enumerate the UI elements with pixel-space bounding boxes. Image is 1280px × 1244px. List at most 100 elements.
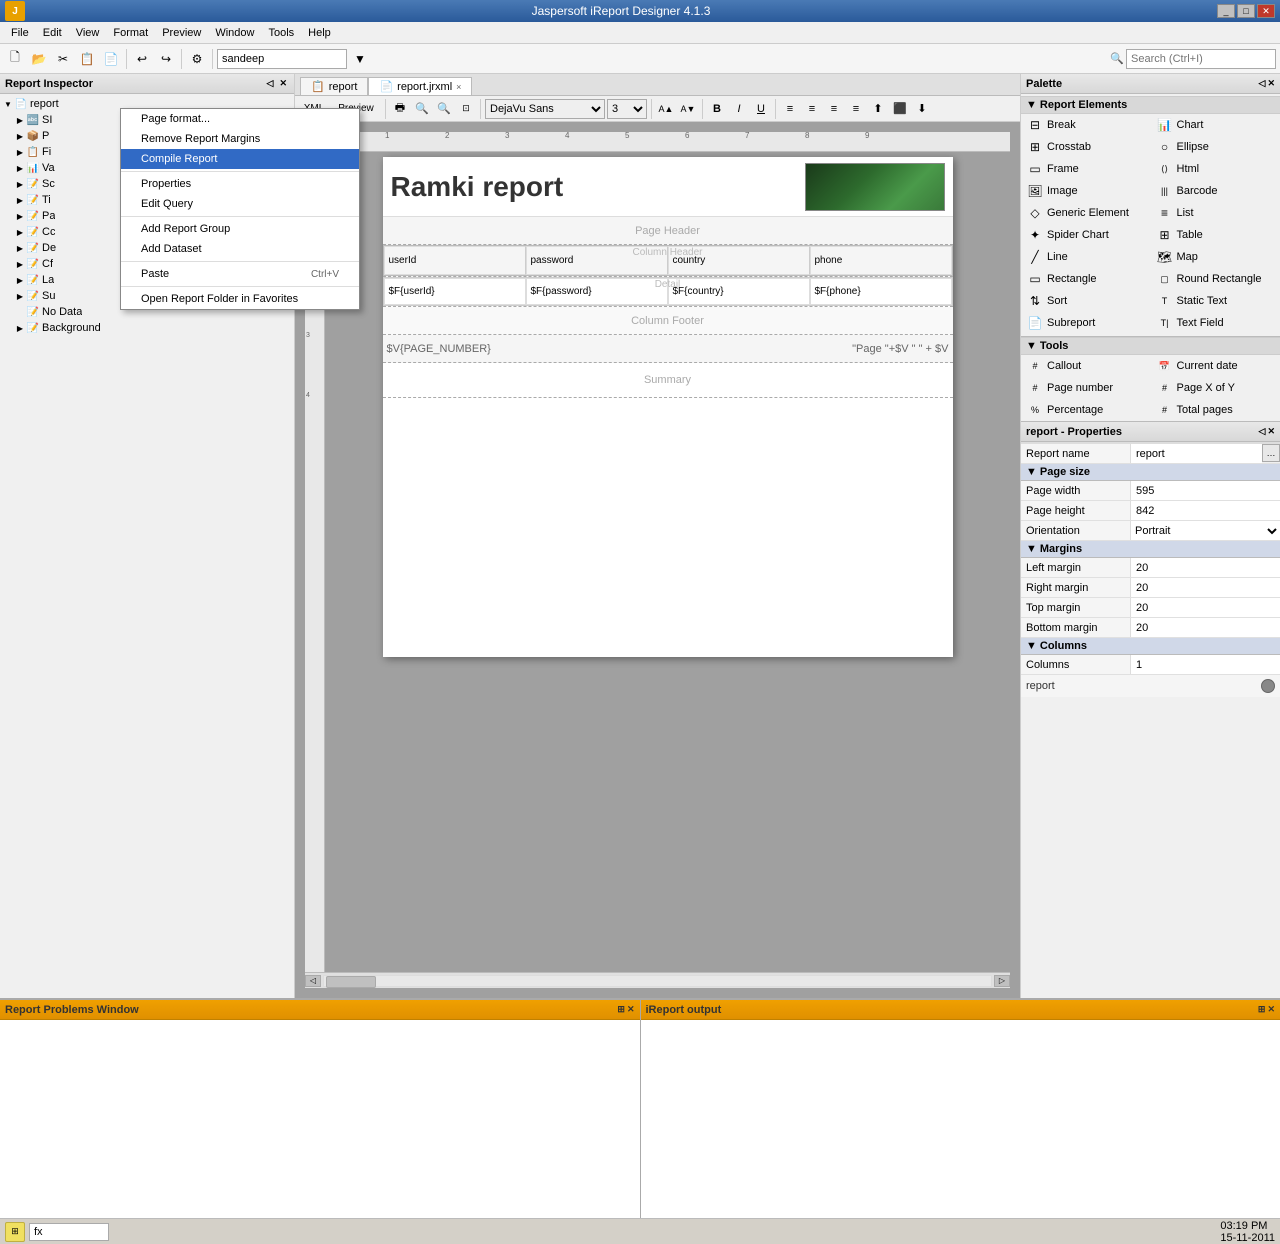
expand-icon-la[interactable]: ▶ <box>14 274 26 286</box>
report-name-value[interactable]: report <box>1131 444 1262 463</box>
redo-button[interactable]: ↪ <box>155 48 177 70</box>
expand-icon-fi[interactable]: ▶ <box>14 146 26 158</box>
problems-window-btn[interactable]: ⊞ <box>617 1004 625 1015</box>
expand-icon-si[interactable]: ▶ <box>14 114 26 126</box>
minimize-button[interactable]: _ <box>1217 4 1235 18</box>
element-image[interactable]: 🖼 Image <box>1021 180 1151 202</box>
ctx-edit-query[interactable]: Edit Query <box>121 194 359 214</box>
output-window-btn[interactable]: ⊞ <box>1258 1004 1266 1015</box>
menu-format[interactable]: Format <box>107 25 154 41</box>
copy-button[interactable]: 📋 <box>76 48 98 70</box>
element-barcode[interactable]: ||| Barcode <box>1151 180 1280 202</box>
scroll-thumb[interactable] <box>326 976 376 988</box>
element-chart[interactable]: 📊 Chart <box>1151 114 1280 136</box>
menu-edit[interactable]: Edit <box>37 25 68 41</box>
element-break[interactable]: ⊟ Break <box>1021 114 1151 136</box>
orientation-select[interactable]: Portrait Landscape <box>1131 524 1280 538</box>
report-elements-header[interactable]: ▼ Report Elements <box>1021 96 1280 114</box>
expand-icon-su[interactable]: ▶ <box>14 290 26 302</box>
align-middle-btn[interactable]: ⬛ <box>890 99 910 119</box>
h-scroll[interactable]: ◁ ▷ <box>305 972 1010 988</box>
scroll-right-btn[interactable]: ▷ <box>994 975 1010 987</box>
element-list[interactable]: ≡ List <box>1151 202 1280 224</box>
element-generic[interactable]: ◇ Generic Element <box>1021 202 1151 224</box>
align-left-btn[interactable]: ≡ <box>780 99 800 119</box>
left-margin-value[interactable]: 20 <box>1131 558 1280 577</box>
element-round-rectangle[interactable]: ▢ Round Rectangle <box>1151 268 1280 290</box>
zoom-out-btn[interactable]: 🔍 <box>412 99 432 119</box>
align-justify-btn[interactable]: ≡ <box>846 99 866 119</box>
print-btn[interactable]: 🖶 <box>390 99 410 119</box>
element-text-field[interactable]: T| Text Field <box>1151 312 1280 334</box>
page-width-value[interactable]: 595 <box>1131 481 1280 500</box>
align-top-btn[interactable]: ⬆ <box>868 99 888 119</box>
columns-value[interactable]: 1 <box>1131 655 1280 674</box>
font-select[interactable]: DejaVu Sans <box>485 99 605 119</box>
tool-page-number[interactable]: # Page number <box>1021 377 1151 399</box>
ctx-properties[interactable]: Properties <box>121 174 359 194</box>
doc-tab-report[interactable]: 📄 report.jrxml × <box>368 77 472 95</box>
page-height-value[interactable]: 842 <box>1131 501 1280 520</box>
menu-tools[interactable]: Tools <box>262 25 300 41</box>
undo-button[interactable]: ↩ <box>131 48 153 70</box>
compile-button[interactable]: ⚙ <box>186 48 208 70</box>
expand-icon-cf[interactable]: ▶ <box>14 258 26 270</box>
element-frame[interactable]: ▭ Frame <box>1021 158 1151 180</box>
user-input[interactable] <box>217 49 347 69</box>
element-crosstab[interactable]: ⊞ Crosstab <box>1021 136 1151 158</box>
output-close-btn[interactable]: ✕ <box>1267 1004 1275 1015</box>
tool-page-x-of-y[interactable]: # Page X of Y <box>1151 377 1280 399</box>
font-size-up[interactable]: A▲ <box>656 99 676 119</box>
report-name-browse[interactable]: … <box>1262 444 1280 462</box>
tools-header[interactable]: ▼ Tools <box>1021 337 1280 355</box>
menu-file[interactable]: File <box>5 25 35 41</box>
prop-minimize-btn[interactable]: ◁ <box>1259 426 1266 437</box>
palette-close-btn[interactable]: ✕ <box>1267 78 1275 89</box>
element-html[interactable]: ⟨⟩ Html <box>1151 158 1280 180</box>
underline-btn[interactable]: U <box>751 99 771 119</box>
element-sort[interactable]: ⇅ Sort <box>1021 290 1151 312</box>
new-button[interactable]: 🗋 <box>4 48 26 70</box>
expand-icon-ti[interactable]: ▶ <box>14 194 26 206</box>
menu-preview[interactable]: Preview <box>156 25 207 41</box>
panel-close-btn[interactable]: ✕ <box>277 78 289 89</box>
bottom-margin-value[interactable]: 20 <box>1131 618 1280 637</box>
expand-icon-p[interactable]: ▶ <box>14 130 26 142</box>
menu-view[interactable]: View <box>70 25 106 41</box>
search-input[interactable] <box>1126 49 1276 69</box>
statusbar-icon[interactable]: ⊞ <box>5 1222 25 1242</box>
element-table[interactable]: ⊞ Table <box>1151 224 1280 246</box>
cut-button[interactable]: ✂ <box>52 48 74 70</box>
tab-close-btn[interactable]: × <box>456 82 461 92</box>
ctx-open-favorites[interactable]: Open Report Folder in Favorites <box>121 289 359 309</box>
tool-total-pages[interactable]: # Total pages <box>1151 399 1280 421</box>
element-static-text[interactable]: T Static Text <box>1151 290 1280 312</box>
zoom-fit-btn[interactable]: ⊡ <box>456 99 476 119</box>
italic-btn[interactable]: I <box>729 99 749 119</box>
bold-btn[interactable]: B <box>707 99 727 119</box>
doc-tab-inspector[interactable]: 📋 report <box>300 77 368 95</box>
element-subreport[interactable]: 📄 Subreport <box>1021 312 1151 334</box>
scroll-left-btn[interactable]: ◁ <box>305 975 321 987</box>
element-line[interactable]: ╱ Line <box>1021 246 1151 268</box>
expand-icon[interactable]: ▼ <box>2 98 14 110</box>
ctx-add-dataset[interactable]: Add Dataset <box>121 239 359 259</box>
maximize-button[interactable]: □ <box>1237 4 1255 18</box>
expand-icon-sc[interactable]: ▶ <box>14 178 26 190</box>
prop-close-btn[interactable]: ✕ <box>1267 426 1275 437</box>
tree-item-bg[interactable]: ▶ 📝 Background <box>0 320 294 336</box>
paste-button[interactable]: 📄 <box>100 48 122 70</box>
expand-icon-de[interactable]: ▶ <box>14 242 26 254</box>
menu-help[interactable]: Help <box>302 25 337 41</box>
ctx-paste[interactable]: Paste Ctrl+V <box>121 264 359 284</box>
zoom-in-btn[interactable]: 🔍 <box>434 99 454 119</box>
align-right-btn[interactable]: ≡ <box>824 99 844 119</box>
align-center-btn[interactable]: ≡ <box>802 99 822 119</box>
ctx-compile-report[interactable]: Compile Report <box>121 149 359 169</box>
ctx-add-group[interactable]: Add Report Group <box>121 219 359 239</box>
expand-icon-va[interactable]: ▶ <box>14 162 26 174</box>
orientation-value[interactable]: Portrait Landscape <box>1131 521 1280 540</box>
right-margin-value[interactable]: 20 <box>1131 578 1280 597</box>
align-bottom-btn[interactable]: ⬇ <box>912 99 932 119</box>
expand-icon-cc[interactable]: ▶ <box>14 226 26 238</box>
